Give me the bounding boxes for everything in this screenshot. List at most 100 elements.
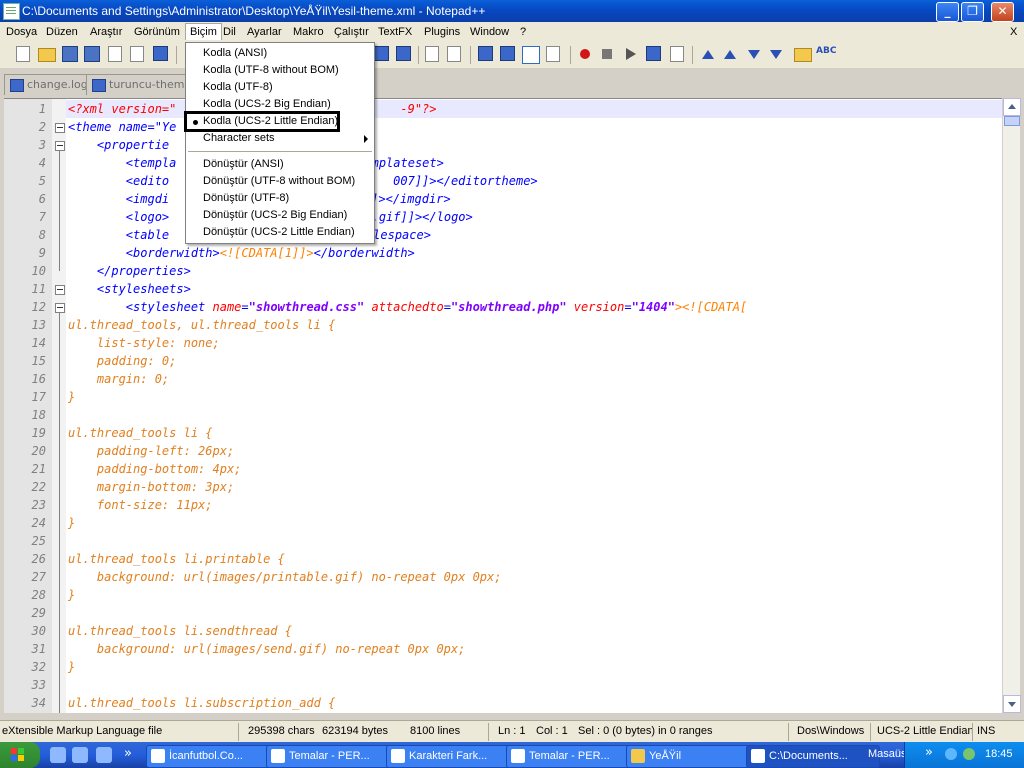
- language-icon[interactable]: [546, 46, 560, 62]
- network-icon[interactable]: [945, 748, 957, 760]
- editortheme-tag: <edito: [68, 174, 170, 188]
- toolbar-separator: [418, 46, 419, 64]
- open-file-icon[interactable]: [38, 48, 56, 62]
- menu-donustur-utf8-nobom[interactable]: Dönüştür (UTF-8 without BOM): [186, 173, 374, 190]
- stop-recording-icon[interactable]: [602, 49, 612, 59]
- task-temalar-2[interactable]: Temalar - PER...: [506, 745, 640, 768]
- line-number: 25: [31, 534, 46, 548]
- menu-kodla-ucs2-le[interactable]: Kodla (UCS-2 Little Endian): [184, 111, 340, 132]
- task-icanfutbol[interactable]: İcanfutbol.Co...: [146, 745, 280, 768]
- code-line-16: margin: 0;: [68, 372, 170, 386]
- menu-donustur-ucs2-be[interactable]: Dönüştür (UCS-2 Big Endian): [186, 207, 374, 224]
- show-all-chars-icon[interactable]: [500, 46, 515, 61]
- menu-kodla-utf8[interactable]: Kodla (UTF-8): [186, 79, 374, 96]
- menu-donustur-ansi[interactable]: Dönüştür (ANSI): [186, 156, 374, 173]
- code-line-2: <theme name="Ye: [68, 120, 176, 134]
- code-line-21: padding-bottom: 4px;: [68, 462, 242, 476]
- menu-makro[interactable]: Makro: [289, 24, 328, 40]
- print-icon[interactable]: [153, 46, 168, 61]
- menu-help[interactable]: ?: [516, 24, 530, 40]
- menu-gorunum[interactable]: Görünüm: [130, 24, 184, 40]
- ie-quicklaunch-icon[interactable]: [50, 747, 66, 763]
- close-document-button[interactable]: X: [1006, 24, 1021, 40]
- fold-toggle-stylesheet[interactable]: [55, 303, 65, 313]
- save-all-icon[interactable]: [84, 46, 100, 62]
- desktop-quicklaunch-icon[interactable]: [72, 747, 88, 763]
- zoom-out-icon[interactable]: [396, 46, 411, 61]
- close-file-icon[interactable]: [108, 46, 122, 62]
- close-all-icon[interactable]: [130, 46, 144, 62]
- editor-area[interactable]: 1 2 3 4 5 6 7 8 9 10 11 12 13 14 15 16 17 18 19 20 21 22 23 24 2…: [4, 98, 1002, 713]
- code-line-3: <propertie: [68, 138, 169, 152]
- move-up-icon[interactable]: [724, 50, 736, 59]
- spellcheck-icon[interactable]: ABC: [816, 46, 836, 62]
- tab-change-log[interactable]: change.log: [4, 74, 88, 95]
- save-macro-icon[interactable]: [670, 46, 684, 62]
- fold-toggle-theme[interactable]: [55, 123, 65, 133]
- menu-duzen[interactable]: Düzen: [42, 24, 82, 40]
- tab-turuncu-theme[interactable]: turuncu-theme.x: [86, 74, 190, 95]
- menu-character-sets[interactable]: Character sets: [186, 130, 374, 147]
- menu-calistir[interactable]: Çalıştır: [330, 24, 373, 40]
- menu-window[interactable]: Window: [466, 24, 513, 40]
- fold-toggle-properties[interactable]: [55, 141, 65, 151]
- toolbar-separator: [570, 46, 571, 64]
- menu-arastir[interactable]: Araştır: [86, 24, 126, 40]
- sync-horizontal-icon[interactable]: [447, 46, 461, 62]
- menu-donustur-ucs2-le[interactable]: Dönüştür (UCS-2 Little Endian): [186, 224, 374, 241]
- task-label: Temalar - PER...: [529, 750, 610, 762]
- menu-ayarlar[interactable]: Ayarlar: [243, 24, 286, 40]
- maximize-button[interactable]: ❐: [961, 2, 984, 22]
- new-file-icon[interactable]: [16, 46, 30, 62]
- title-bar[interactable]: C:\Documents and Settings\Administrator\…: [0, 0, 1024, 22]
- word-wrap-icon[interactable]: [478, 46, 493, 61]
- menu-plugins[interactable]: Plugins: [420, 24, 464, 40]
- line-number: 2: [38, 120, 46, 134]
- menu-textfx[interactable]: TextFX: [374, 24, 416, 40]
- scroll-up-button[interactable]: [1003, 98, 1021, 116]
- menu-dosya[interactable]: Dosya: [2, 24, 41, 40]
- media-quicklaunch-icon[interactable]: [96, 747, 112, 763]
- menu-kodla-utf8-nobom[interactable]: Kodla (UTF-8 without BOM): [186, 62, 374, 79]
- menu-kodla-ansi[interactable]: Kodla (ANSI): [186, 45, 374, 62]
- code-line-31: background: url(images/send.gif) no-repe…: [68, 642, 466, 656]
- move-bottom-icon[interactable]: [770, 50, 782, 59]
- line-number: 8: [38, 228, 46, 242]
- quicklaunch-overflow[interactable]: »: [124, 746, 132, 761]
- task-yesil-folder[interactable]: YeÅŸil: [626, 745, 760, 768]
- sync-vertical-icon[interactable]: [425, 46, 439, 62]
- run-macro-multiple-icon[interactable]: [646, 46, 661, 61]
- code-line-13: ul.thread_tools, ul.thread_tools li {: [68, 318, 336, 332]
- fold-icon[interactable]: [794, 48, 812, 62]
- line-number: 11: [31, 282, 46, 296]
- indent-guide-icon[interactable]: [522, 46, 540, 64]
- vertical-scrollbar[interactable]: [1003, 98, 1021, 713]
- fold-toggle-stylesheets[interactable]: [55, 285, 65, 295]
- code-line-28: }: [68, 588, 76, 602]
- templateset-close: emplateset>: [364, 156, 444, 170]
- menu-donustur-utf8[interactable]: Dönüştür (UTF-8): [186, 190, 374, 207]
- record-macro-icon[interactable]: [580, 49, 590, 59]
- minimize-button[interactable]: _: [936, 2, 959, 22]
- task-karakteri[interactable]: Karakteri Fark...: [386, 745, 520, 768]
- tray-overflow[interactable]: »: [925, 745, 933, 760]
- properties-close: </properties>: [68, 264, 191, 278]
- task-notepadpp[interactable]: C:\Documents...: [746, 745, 880, 768]
- bicim-dropdown-menu: Kodla (ANSI) Kodla (UTF-8 without BOM) K…: [184, 42, 375, 244]
- save-icon[interactable]: [62, 46, 78, 62]
- messenger-icon[interactable]: [963, 748, 975, 760]
- move-top-icon[interactable]: [702, 50, 714, 59]
- move-down-icon[interactable]: [748, 50, 760, 59]
- fold-line: [59, 313, 60, 713]
- zoom-in-icon[interactable]: [374, 46, 389, 61]
- menu-bicim[interactable]: Biçim: [185, 23, 222, 40]
- start-button[interactable]: [0, 742, 40, 768]
- close-button[interactable]: ✕: [991, 2, 1014, 22]
- play-macro-icon[interactable]: [626, 48, 636, 60]
- task-temalar-1[interactable]: Temalar - PER...: [266, 745, 400, 768]
- clock[interactable]: 18:45: [985, 748, 1013, 760]
- menu-dil[interactable]: Dil: [219, 24, 240, 40]
- scroll-down-button[interactable]: [1003, 695, 1021, 713]
- scroll-thumb[interactable]: [1004, 116, 1020, 126]
- line-number: 20: [31, 444, 46, 458]
